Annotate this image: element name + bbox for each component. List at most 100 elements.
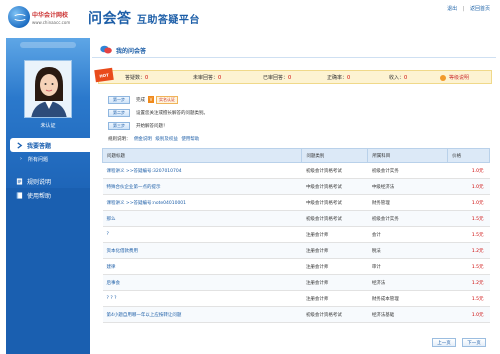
- step-3-text: 开始解答问题！: [136, 124, 168, 129]
- table-row[interactable]: 后事会 注册会计师 经济法 1.2元: [102, 274, 490, 291]
- column-header-subject[interactable]: 所属科目: [367, 148, 449, 163]
- question-title-cell[interactable]: 课程讲义 >>答疑编号:3207010704: [102, 162, 302, 179]
- step-text: 完成: [136, 98, 145, 103]
- chevron-right-icon: [17, 141, 23, 149]
- real-name-verify-link[interactable]: 实名认证: [156, 96, 178, 104]
- logout-link[interactable]: 退出: [447, 6, 457, 12]
- usage-help-link[interactable]: 使用帮助: [181, 137, 199, 142]
- question-price-cell: 1.0元: [447, 194, 490, 211]
- stat-label: 正确率：: [327, 75, 348, 81]
- question-title-cell[interactable]: ? ? ?: [102, 290, 302, 307]
- stats-bar: HOT 答疑数：0 未审回答：0 已审回答：0 正确率：0 收入：0 等级说明: [94, 67, 492, 84]
- stat-label: 答疑数：: [125, 75, 146, 81]
- question-title-cell[interactable]: 课程讲义 >>答疑编号:note04010001: [102, 194, 302, 211]
- home-link[interactable]: 返回首页: [470, 6, 490, 12]
- stat-value: 0: [218, 75, 222, 81]
- question-price-cell: 1.0元: [447, 306, 490, 323]
- sidebar-item-all-questions[interactable]: › 所有问题: [6, 152, 90, 166]
- question-price-cell: 1.5元: [447, 258, 490, 275]
- step-3-button[interactable]: 第三步: [108, 122, 130, 130]
- table-row[interactable]: ? ? ? 注册会计师 财务成本管理 1.5元: [102, 290, 490, 307]
- sidebar-item-my-answers[interactable]: 我要答题: [10, 138, 90, 152]
- hot-badge: HOT: [94, 67, 114, 83]
- question-subject-cell: 会计: [367, 226, 448, 243]
- app-title-main: 问会答: [88, 11, 132, 27]
- question-price-cell: 1.5元: [447, 290, 490, 307]
- question-category-cell: 注册会计师: [301, 226, 368, 243]
- question-price-cell: 1.5元: [447, 210, 490, 227]
- sidebar-item-label: 使用帮助: [27, 192, 52, 200]
- question-subject-cell: 财务成本管理: [367, 290, 448, 307]
- logo-url: www.chinaacc.com: [32, 20, 71, 25]
- document-icon: [16, 177, 23, 185]
- question-price-cell: 1.2元: [447, 242, 490, 259]
- column-header-category[interactable]: 问题类别: [301, 148, 369, 163]
- sidebar-item-rules[interactable]: 规则说明: [6, 174, 90, 188]
- arrow-right-icon: ›: [20, 156, 22, 162]
- question-title-cell[interactable]: 特殊合伙企业第一点的提示: [102, 178, 302, 195]
- main-content: 我的问会答 HOT 答疑数：0 未审回答：0 已审回答：0 正确率：0 收入：0…: [92, 38, 496, 354]
- table-row[interactable]: ? 注册会计师 会计 1.5元: [102, 226, 490, 243]
- commission-link[interactable]: 佣金说明: [134, 137, 152, 142]
- questions-table: 问题标题 问题类别 所属科目 价格 课程讲义 >>答疑编号:3207010704…: [101, 148, 490, 323]
- rules-help-line: 规则说明： 佣金说明 级别及权益 使用帮助: [108, 136, 199, 142]
- question-category-cell: 中级会计资格考试: [301, 194, 368, 211]
- table-row[interactable]: 建律 注册会计师 审计 1.5元: [102, 258, 490, 275]
- question-title-cell[interactable]: 第4小题自用哪一年以上应按转让问题: [102, 306, 302, 323]
- question-subject-cell: 中级经济法: [367, 178, 448, 195]
- question-title-cell[interactable]: ?: [102, 226, 302, 243]
- stat-reviewed: 已审回答：0: [263, 74, 291, 81]
- table-row[interactable]: 课程讲义 >>答疑编号:note04010001 中级会计资格考试 财务管理 1.0元: [102, 194, 490, 211]
- question-title-cell[interactable]: 资本化借款费用: [102, 242, 302, 259]
- question-title-cell[interactable]: 那么: [102, 210, 302, 227]
- header: 中华会计网校 www.chinaacc.com 问会答 互助答疑平台 退出 | …: [0, 0, 500, 38]
- next-page-button[interactable]: 下一页: [462, 338, 486, 347]
- stat-label: 收入：: [389, 75, 405, 81]
- table-row[interactable]: 课程讲义 >>答疑编号:3207010704 初级会计资格考试 初级会计实务 1.0元: [102, 162, 490, 179]
- question-price-cell: 1.0元: [447, 178, 490, 195]
- gear-icon: [439, 74, 446, 81]
- question-subject-cell: 初级会计实务: [367, 210, 448, 227]
- level-rules-link[interactable]: 等级说明: [439, 74, 469, 81]
- question-price-cell: 1.5元: [447, 226, 490, 243]
- book-icon: [16, 191, 23, 199]
- table-row[interactable]: 特殊合伙企业第一点的提示 中级会计资格考试 中级经济法 1.0元: [102, 178, 490, 195]
- question-title-cell[interactable]: 建律: [102, 258, 302, 275]
- top-links: 退出 | 返回首页: [447, 5, 490, 12]
- rules-label: 规则说明：: [108, 137, 131, 142]
- section-title: 我的问会答: [116, 48, 147, 55]
- app-title: 问会答 互助答疑平台: [88, 8, 200, 28]
- step-1-button[interactable]: 第一步: [108, 96, 130, 104]
- stat-income: 收入：0: [389, 74, 407, 81]
- question-category-cell: 初级会计资格考试: [301, 306, 368, 323]
- step-2-button[interactable]: 第二步: [108, 109, 130, 117]
- step-3: 第三步 开始解答问题！: [108, 122, 168, 130]
- question-title-cell[interactable]: 后事会: [102, 274, 302, 291]
- column-header-title[interactable]: 问题标题: [101, 148, 303, 163]
- table-row[interactable]: 那么 初级会计资格考试 初级会计实务 1.5元: [102, 210, 490, 227]
- level-rules-label: 等级说明: [448, 75, 469, 81]
- table-row[interactable]: 第4小题自用哪一年以上应按转让问题 初级会计资格考试 经济法基础 1.0元: [102, 306, 490, 323]
- question-category-cell: 初级会计资格考试: [301, 210, 368, 227]
- stat-label: 未审回答：: [193, 75, 219, 81]
- sidebar-item-help[interactable]: 使用帮助: [6, 188, 90, 202]
- stat-unreviewed: 未审回答：0: [193, 74, 221, 81]
- site-logo[interactable]: 中华会计网校 www.chinaacc.com: [8, 6, 80, 32]
- sidebar-item-label: 规则说明: [27, 178, 52, 186]
- stat-answered: 答疑数：0: [125, 74, 148, 81]
- logo-globe-icon: [8, 6, 30, 28]
- table-row[interactable]: 资本化借款费用 注册会计师 税法 1.2元: [102, 242, 490, 259]
- question-subject-cell: 审计: [367, 258, 448, 275]
- question-category-cell: 中级会计资格考试: [301, 178, 368, 195]
- question-category-cell: 注册会计师: [301, 242, 368, 259]
- avatar: [24, 60, 72, 118]
- app-title-sub: 互助答疑平台: [136, 15, 200, 26]
- table-body: 课程讲义 >>答疑编号:3207010704 初级会计资格考试 初级会计实务 1.0元…: [102, 162, 490, 323]
- prev-page-button[interactable]: 上一页: [432, 338, 456, 347]
- verified-v-icon: V: [148, 96, 154, 103]
- stat-accuracy: 正确率：0: [327, 74, 350, 81]
- sidebar-item-label: 所有问题: [28, 156, 49, 163]
- question-subject-cell: 经济法: [367, 274, 448, 291]
- level-rights-link[interactable]: 级别及权益: [155, 137, 178, 142]
- column-header-price[interactable]: 价格: [447, 148, 490, 163]
